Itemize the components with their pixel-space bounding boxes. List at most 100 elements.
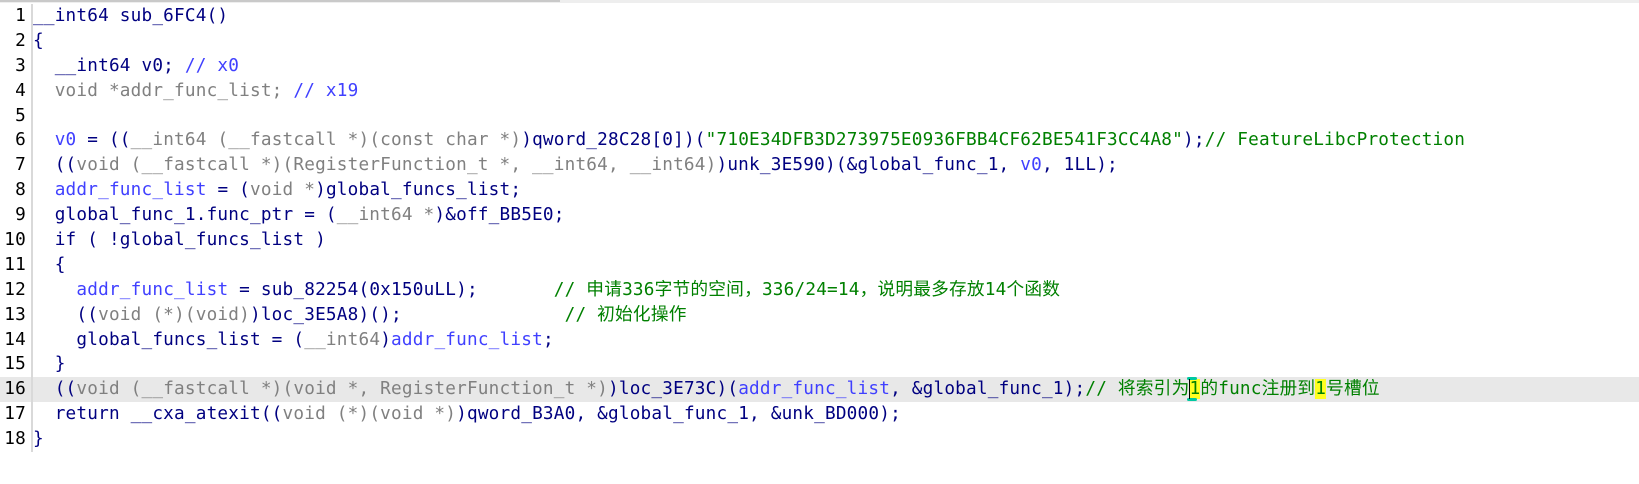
pseudocode-view[interactable]: 1 __int64 sub_6FC4() 2{3 __int64 v0; // x0… xyxy=(0,4,1639,453)
code-token[interactable]: __int64 (__fastcall *)(const char *) xyxy=(131,130,522,150)
search-highlight[interactable]: 1 xyxy=(1189,379,1201,400)
code-token[interactable]: void *addr_func_list; xyxy=(33,81,293,101)
code-token[interactable]: ); xyxy=(1183,130,1205,150)
code-line[interactable]: 13 ((void (*)(void))loc_3E5A8)(); // 初始化… xyxy=(0,302,1639,328)
code-text[interactable]: addr_func_list = sub_82254(0x150uLL); //… xyxy=(33,278,1060,303)
code-token[interactable]: __int64 * xyxy=(337,205,435,225)
code-token[interactable]: // 将索引为 xyxy=(1085,379,1189,399)
code-text[interactable]: return __cxa_atexit((void (*)(void *))qw… xyxy=(33,402,901,427)
search-highlight[interactable]: 1 xyxy=(1315,379,1327,400)
code-token[interactable]: , 1LL); xyxy=(1042,155,1118,175)
line-number: 17 xyxy=(4,404,26,425)
code-token[interactable]: { xyxy=(33,255,66,275)
code-text[interactable]: ((void (*)(void))loc_3E5A8)(); // 初始化操作 xyxy=(33,303,687,328)
code-text[interactable]: void *addr_func_list; // x19 xyxy=(33,79,359,104)
code-token[interactable]: , &global_func_1); xyxy=(890,379,1085,399)
code-token[interactable]: return __cxa_atexit(( xyxy=(33,404,283,424)
code-token[interactable]: __int64 sub_6FC4() xyxy=(33,6,228,26)
code-text[interactable]: ((void (__fastcall *)(RegisterFunction_t… xyxy=(33,153,1118,178)
code-token[interactable]: )loc_3E5A8)(); xyxy=(250,305,565,325)
code-token[interactable]: = sub_82254(0x150uLL); xyxy=(228,280,553,300)
code-token[interactable]: addr_func_list xyxy=(738,379,890,399)
code-token[interactable]: void (__fastcall *)(RegisterFunction_t *… xyxy=(76,155,716,175)
code-token[interactable] xyxy=(33,180,55,200)
code-text[interactable]: } xyxy=(33,352,66,377)
code-line[interactable]: 18} xyxy=(0,427,1639,453)
code-token[interactable]: addr_func_list xyxy=(55,180,207,200)
code-text[interactable]: __int64 v0; // x0 xyxy=(33,54,239,79)
code-text[interactable]: } xyxy=(33,427,44,452)
code-token[interactable]: = ( xyxy=(207,180,250,200)
code-line[interactable]: 7 ((void (__fastcall *)(RegisterFunction… xyxy=(0,153,1639,179)
code-text[interactable]: global_funcs_list = (__int64)addr_func_l… xyxy=(33,328,554,353)
code-text[interactable]: v0 = ((__int64 (__fastcall *)(const char… xyxy=(33,128,1465,153)
code-line[interactable]: 4 void *addr_func_list; // x19 xyxy=(0,78,1639,104)
code-line[interactable]: 15 } xyxy=(0,352,1639,378)
code-text[interactable]: ((void (__fastcall *)(void *, RegisterFu… xyxy=(33,377,1380,402)
code-token[interactable]: __int64 xyxy=(304,330,380,350)
code-token[interactable]: (( xyxy=(33,379,77,399)
code-token[interactable]: global_func_1.func_ptr = ( xyxy=(33,205,337,225)
code-token[interactable]: // FeatureLibcProtection xyxy=(1205,130,1465,150)
code-token[interactable]: )qword_28C28[0])( xyxy=(521,130,705,150)
code-token[interactable]: )unk_3E590)(&global_func_1, xyxy=(716,155,1020,175)
code-text[interactable]: { xyxy=(33,29,44,54)
code-token[interactable]: v0 xyxy=(55,130,77,150)
code-token[interactable]: )&off_BB5E0; xyxy=(434,205,564,225)
code-text[interactable]: if ( !global_funcs_list ) xyxy=(33,228,326,253)
code-line[interactable]: 16 ((void (__fastcall *)(void *, Registe… xyxy=(0,377,1639,403)
code-token[interactable]: (( xyxy=(33,305,98,325)
code-text[interactable]: { xyxy=(33,253,66,278)
code-token[interactable]: ) xyxy=(380,330,391,350)
code-token[interactable]: "710E34DFB3D273975E0936FBB4CF62BE541F3CC… xyxy=(706,130,1183,150)
line-number: 5 xyxy=(15,105,26,126)
code-line[interactable]: 1 __int64 sub_6FC4() xyxy=(0,4,1639,29)
code-line[interactable]: 9 global_func_1.func_ptr = (__int64 *)&o… xyxy=(0,203,1639,229)
code-token[interactable]: void (*)(void) xyxy=(98,305,250,325)
code-token[interactable]: 号槽位 xyxy=(1326,379,1380,399)
code-token[interactable]: addr_func_list xyxy=(391,330,543,350)
code-token[interactable]: __int64 v0; xyxy=(33,56,185,76)
code-text[interactable]: global_func_1.func_ptr = (__int64 *)&off… xyxy=(33,203,565,228)
code-token[interactable]: ; xyxy=(543,330,554,350)
code-token[interactable]: // x0 xyxy=(185,56,239,76)
code-text[interactable]: addr_func_list = (void *)global_funcs_li… xyxy=(33,178,521,203)
code-token[interactable]: v0 xyxy=(1020,155,1042,175)
top-strip-active xyxy=(0,0,560,2)
code-token[interactable]: } xyxy=(33,354,66,374)
code-line[interactable]: 5 xyxy=(0,103,1639,129)
code-token[interactable]: void (__fastcall *)(void *, RegisterFunc… xyxy=(76,379,608,399)
code-line[interactable]: 3 __int64 v0; // x0 xyxy=(0,53,1639,79)
code-line[interactable]: 14 global_funcs_list = (__int64)addr_fun… xyxy=(0,327,1639,353)
code-line[interactable]: 11 { xyxy=(0,252,1639,278)
code-token[interactable]: // 初始化操作 xyxy=(565,305,687,325)
code-token[interactable]: )qword_B3A0, &global_func_1, &unk_BD000)… xyxy=(456,404,901,424)
code-token[interactable]: // x19 xyxy=(293,81,358,101)
code-token[interactable]: // 申请336字节的空间，336/24=14，说明最多存放14个函数 xyxy=(554,280,1060,300)
line-number: 4 xyxy=(15,80,26,101)
code-token[interactable]: global_funcs_list = ( xyxy=(33,330,304,350)
code-text[interactable]: __int64 sub_6FC4() xyxy=(33,4,228,29)
code-line[interactable]: 17 return __cxa_atexit((void (*)(void *)… xyxy=(0,402,1639,428)
code-token[interactable]: )global_funcs_list; xyxy=(315,180,521,200)
code-line[interactable]: 8 addr_func_list = (void *)global_funcs_… xyxy=(0,178,1639,204)
code-token[interactable]: )loc_3E73C)( xyxy=(608,379,738,399)
line-number: 11 xyxy=(4,254,26,275)
code-token[interactable]: } xyxy=(33,429,44,449)
code-token[interactable]: { xyxy=(33,31,44,51)
code-token[interactable]: addr_func_list xyxy=(76,280,228,300)
code-token[interactable]: (( xyxy=(33,155,77,175)
code-token[interactable]: void * xyxy=(250,180,315,200)
line-number: 7 xyxy=(15,155,26,176)
code-token[interactable]: = (( xyxy=(76,130,130,150)
code-token[interactable]: 的func注册到 xyxy=(1200,379,1315,399)
code-token[interactable]: void (*)(void *) xyxy=(283,404,457,424)
code-token[interactable] xyxy=(33,280,76,300)
code-token[interactable]: if ( !global_funcs_list ) xyxy=(33,230,326,250)
code-token[interactable] xyxy=(33,130,55,150)
code-line[interactable]: 10 if ( !global_funcs_list ) xyxy=(0,228,1639,253)
code-line[interactable]: 2{ xyxy=(0,28,1639,54)
line-number: 15 xyxy=(4,354,26,375)
code-line[interactable]: 12 addr_func_list = sub_82254(0x150uLL);… xyxy=(0,277,1639,303)
code-line[interactable]: 6 v0 = ((__int64 (__fastcall *)(const ch… xyxy=(0,128,1639,154)
